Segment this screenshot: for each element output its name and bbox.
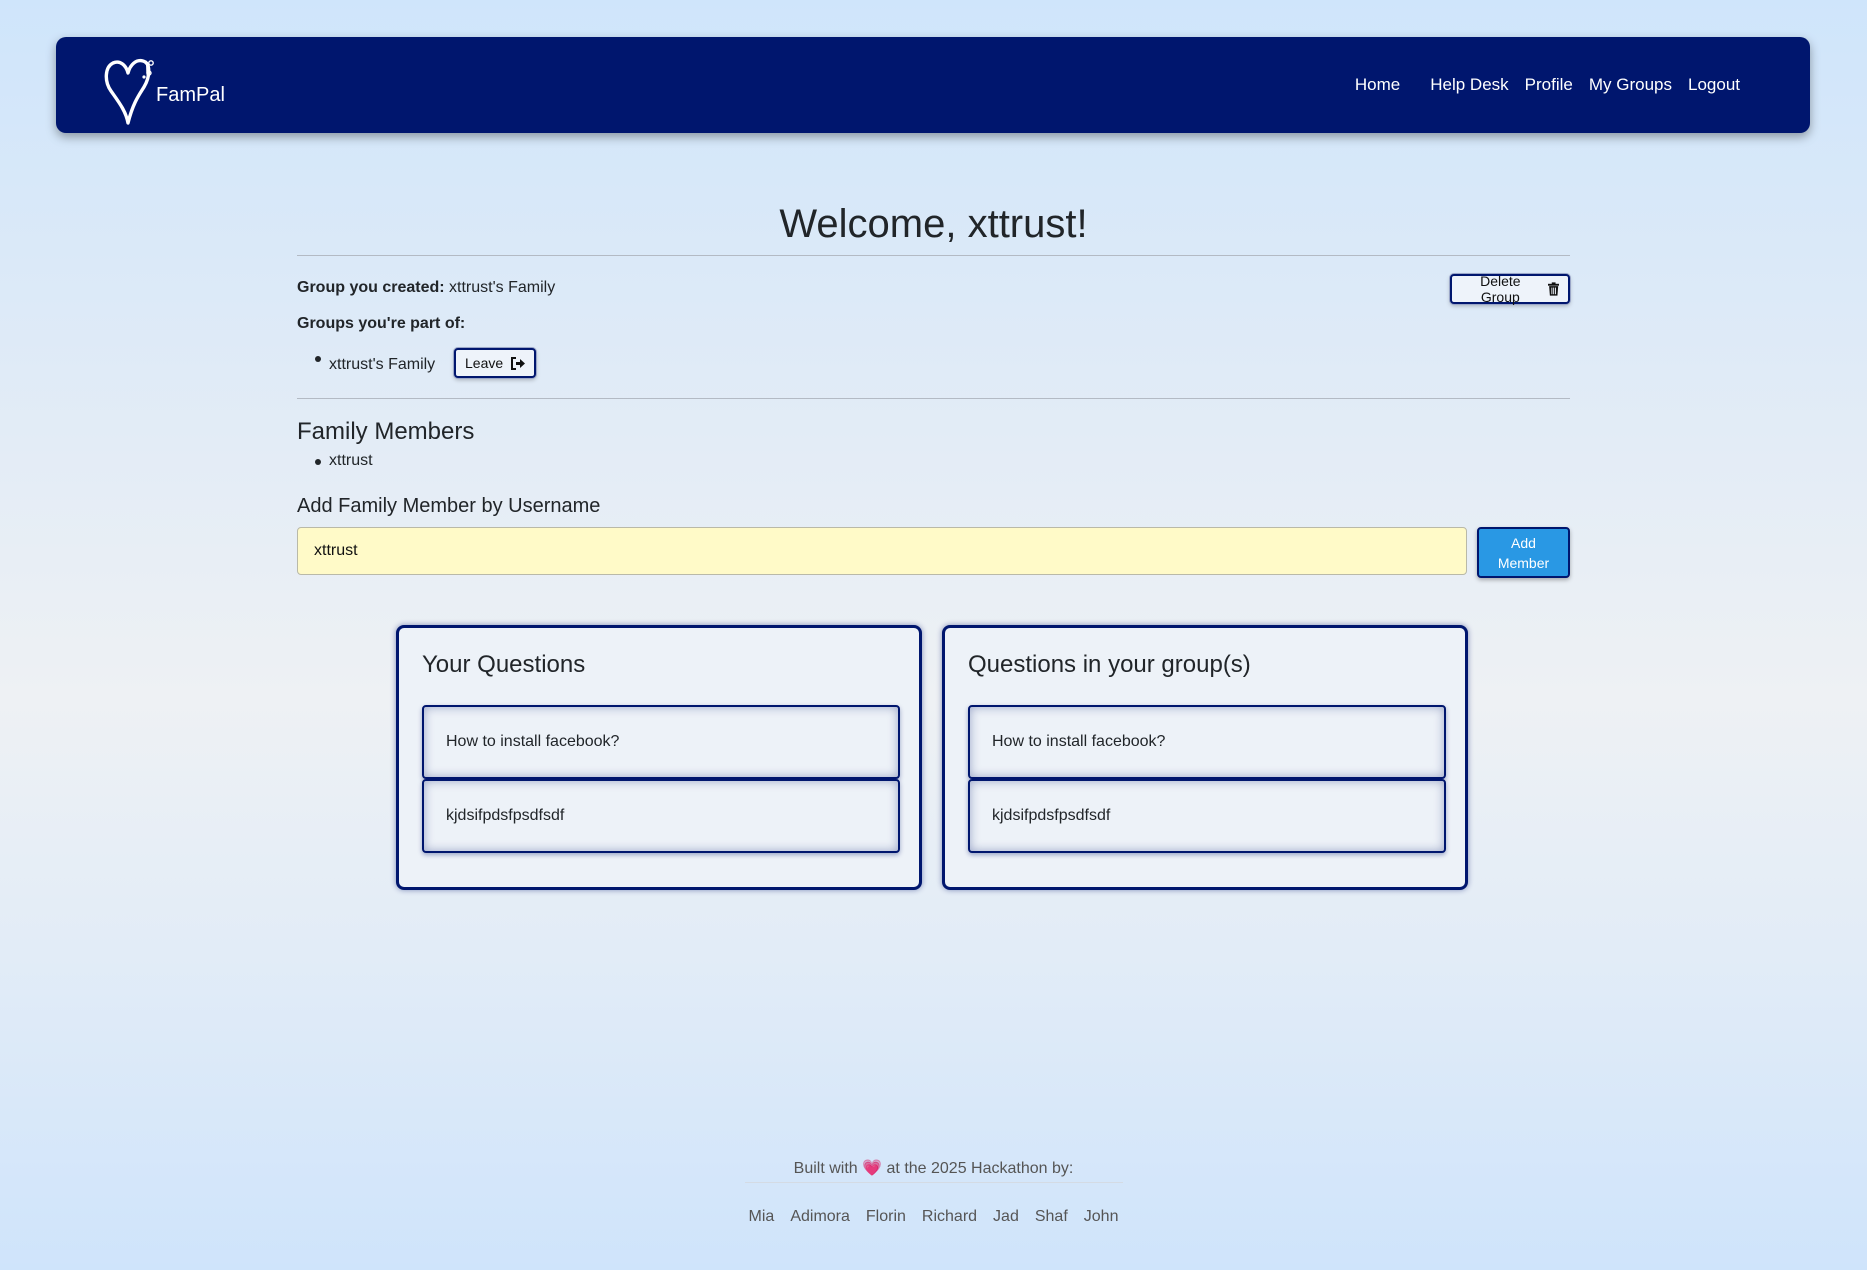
add-member-label-line1: Add — [1511, 534, 1536, 551]
leave-label: Leave — [465, 355, 504, 371]
nav-links: Home Help Desk Profile My Groups Logout — [1339, 37, 1740, 133]
footer-credit: Built with 💗 at the 2025 Hackathon by: — [0, 1158, 1867, 1178]
team-member-link[interactable]: Adimora — [790, 1208, 850, 1226]
delete-group-button[interactable]: Delete Group — [1450, 273, 1570, 305]
question-item[interactable]: How to install facebook? — [422, 705, 900, 779]
team-member-link[interactable]: Florin — [866, 1208, 906, 1226]
heart-logo-icon — [104, 58, 154, 125]
list-item: xttrust — [315, 451, 1570, 471]
trash-icon — [1547, 282, 1559, 296]
nav-help-desk[interactable]: Help Desk — [1430, 75, 1508, 95]
sign-out-icon — [511, 356, 526, 370]
family-members-heading: Family Members — [297, 418, 475, 445]
group-created-label: Group you created: — [297, 279, 445, 296]
divider — [297, 398, 1570, 399]
team-member-link[interactable]: John — [1084, 1208, 1119, 1226]
delete-group-label: Delete Group — [1480, 273, 1521, 305]
main-container: Welcome, xttrust! Group you created: xtt… — [297, 190, 1570, 579]
add-member-button[interactable]: Add Member — [1477, 527, 1570, 578]
team-member-link[interactable]: Mia — [749, 1208, 775, 1226]
footer-team-names: Mia Adimora Florin Richard Jad Shaf John — [0, 1208, 1867, 1226]
group-created-row: Group you created: xttrust's Family Dele… — [297, 273, 1570, 310]
brand-name: FamPal — [156, 84, 225, 106]
family-members-list: xttrust — [297, 451, 1570, 471]
footer-built-prefix: Built with — [793, 1160, 858, 1177]
add-member-row: Add Member — [297, 527, 1570, 579]
group-created-text: Group you created: xttrust's Family — [297, 278, 555, 298]
group-questions-card: Questions in your group(s) How to instal… — [942, 625, 1468, 890]
username-input[interactable] — [297, 527, 1467, 575]
your-questions-card: Your Questions How to install facebook? … — [396, 625, 922, 890]
footer-built-suffix: at the 2025 Hackathon by: — [886, 1160, 1074, 1177]
nav-home[interactable]: Home — [1355, 75, 1400, 95]
nav-my-groups[interactable]: My Groups — [1589, 75, 1672, 95]
team-member-link[interactable]: Shaf — [1035, 1208, 1068, 1226]
question-item[interactable]: kjdsifpdsfpsdfsdf — [968, 779, 1446, 853]
add-member-label-line2: Member — [1497, 554, 1550, 571]
groups-part-of-label: Groups you're part of: — [297, 315, 466, 332]
nav-logout[interactable]: Logout — [1688, 75, 1740, 95]
heart-icon: 💗 — [862, 1160, 883, 1177]
navbar: FamPal Home Help Desk Profile My Groups … — [56, 37, 1810, 133]
add-member-heading: Add Family Member by Username — [297, 495, 601, 517]
groups-list: xttrust's Family Leave — [297, 348, 1570, 382]
footer-divider — [745, 1182, 1123, 1183]
list-item: xttrust's Family Leave — [315, 348, 1570, 382]
question-item[interactable]: How to install facebook? — [968, 705, 1446, 779]
group-name: xttrust's Family — [329, 356, 436, 373]
question-item[interactable]: kjdsifpdsfpsdfsdf — [422, 779, 900, 853]
team-member-link[interactable]: Jad — [993, 1208, 1019, 1226]
nav-profile[interactable]: Profile — [1525, 75, 1573, 95]
welcome-heading: Welcome, xttrust! — [779, 202, 1088, 246]
your-questions-title: Your Questions — [422, 651, 586, 678]
group-questions-title: Questions in your group(s) — [968, 651, 1251, 678]
brand[interactable]: FamPal — [102, 47, 225, 125]
team-member-link[interactable]: Richard — [922, 1208, 977, 1226]
group-created-value: xttrust's Family — [449, 279, 556, 296]
leave-group-button[interactable]: Leave — [454, 348, 537, 378]
